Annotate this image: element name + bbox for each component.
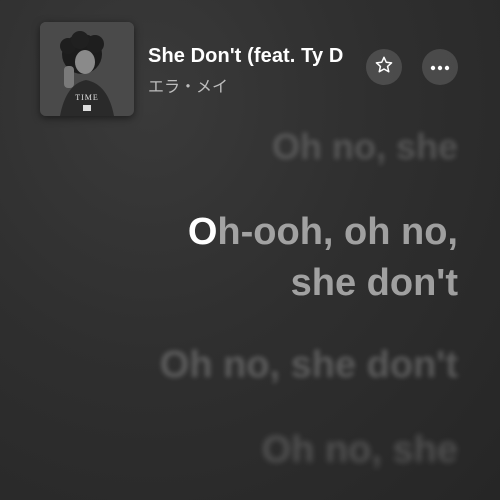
now-playing-header: TIME She Don't (feat. Ty D エラ・メイ [0,0,500,120]
more-options-button[interactable] [422,49,458,85]
lyric-line-previous[interactable]: Oh no, she [272,126,458,168]
lyric-line-current-continued[interactable]: she don't [291,262,458,305]
svg-text:TIME: TIME [75,93,99,102]
ellipsis-icon [430,58,450,76]
lyric-unsung-text: h-ooh, oh no, [217,211,458,253]
album-artwork-image: TIME [40,22,134,116]
artist-name[interactable]: エラ・メイ [148,73,228,97]
song-title: She Don't (feat. Ty D [148,45,344,67]
song-title-container[interactable]: She Don't (feat. Ty D [148,45,358,68]
lyric-highlighted-text: O [187,211,218,253]
album-artwork[interactable]: TIME [40,22,134,116]
star-outline-icon [374,55,394,80]
lyric-line-next[interactable]: Oh no, she don't [160,344,458,387]
lyric-line-next-2[interactable]: Oh no, she [262,429,458,472]
lyric-line-current[interactable]: Oh-ooh, oh no, [188,211,458,254]
favorite-button[interactable] [366,49,402,85]
